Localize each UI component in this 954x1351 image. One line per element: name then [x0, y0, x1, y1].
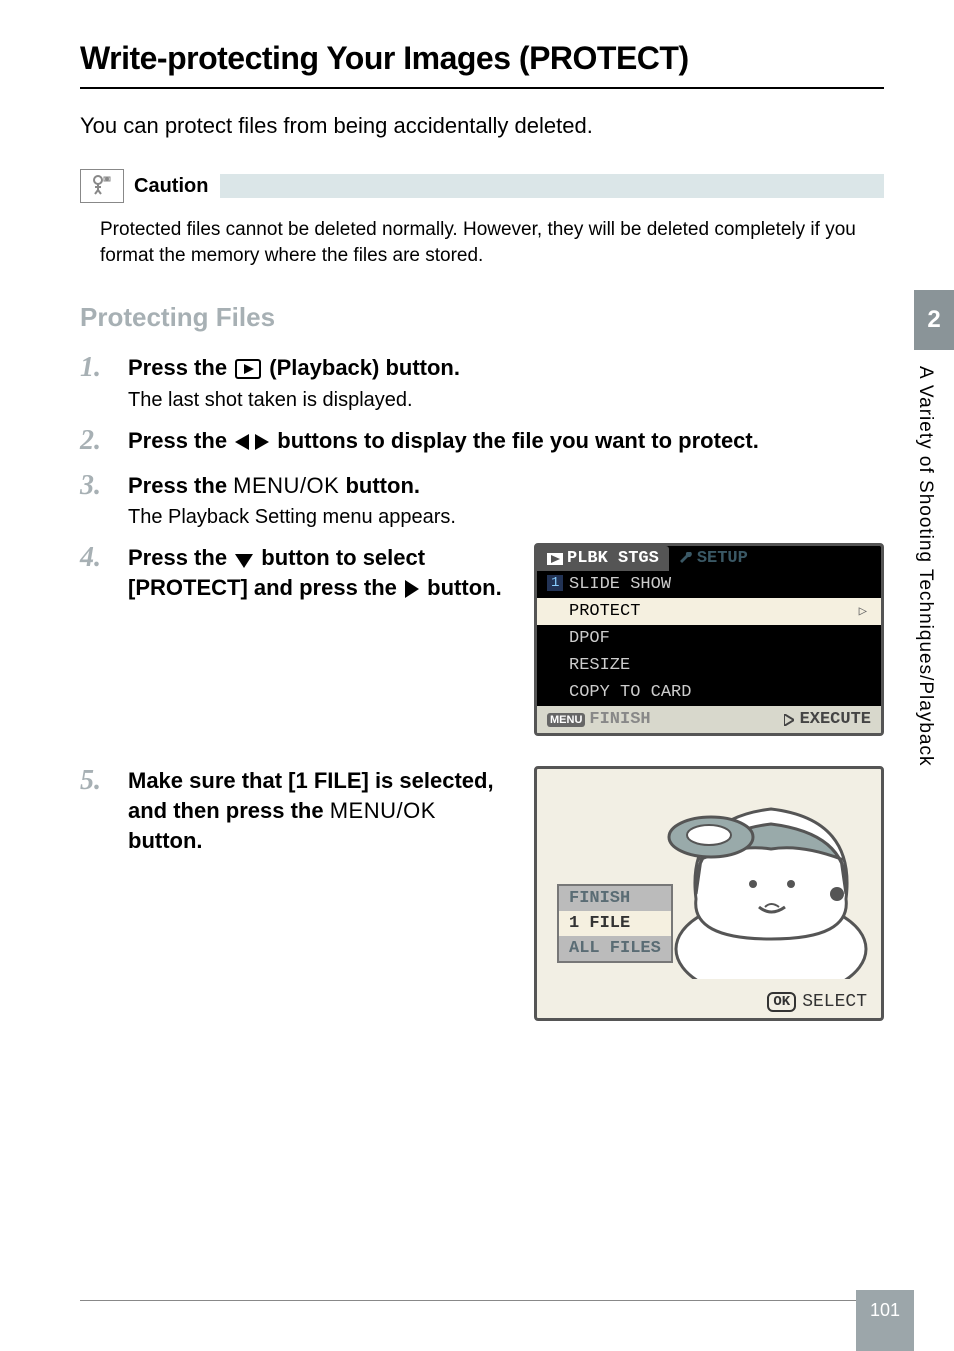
step-4: 4 Press the button to select [PROTECT] a…	[80, 543, 514, 602]
step-3-title: Press the MENU/OK button.	[128, 471, 884, 501]
step-number: 4	[80, 543, 128, 574]
step-text: button.	[427, 575, 502, 600]
step-text: Press the	[128, 355, 233, 380]
step-text: Press the	[128, 545, 233, 570]
menu-page-indicator: 1	[547, 575, 563, 591]
tab-plbk-stgs: PLBK STGS	[537, 546, 669, 571]
illustration-girl	[641, 779, 871, 979]
side-tab: 2 A Variety of Shooting Techniques/Playb…	[914, 290, 954, 810]
caution-icon	[80, 169, 124, 203]
left-right-arrow-icon	[235, 433, 269, 451]
menu-badge-icon: MENU	[547, 713, 585, 727]
protect-option: FINISH	[559, 886, 671, 911]
intro-text: You can protect files from being acciden…	[80, 113, 884, 139]
caution-text: Protected files cannot be deleted normal…	[100, 217, 884, 268]
caution-label: Caution	[134, 175, 220, 198]
step-text: Press the	[128, 473, 233, 498]
step-4-row: 4 Press the button to select [PROTECT] a…	[80, 543, 884, 736]
select-label: SELECT	[802, 992, 867, 1012]
protect-option: 1 FILE	[559, 911, 671, 936]
menu-ok-text: MENU/OK	[330, 798, 436, 823]
step-2-title: Press the buttons to display the file yo…	[128, 426, 884, 456]
screenshot-footer: MENU FINISH EXECUTE	[537, 706, 881, 733]
footer-execute: EXECUTE	[800, 710, 871, 729]
step-5: 5 Make sure that [1 FILE] is selected, a…	[80, 766, 514, 855]
menu-item: RESIZE	[537, 652, 881, 679]
step-number: 3	[80, 471, 128, 502]
step-2: 2 Press the buttons to display the file …	[80, 426, 884, 457]
step-3-sub: The Playback Setting menu appears.	[128, 506, 884, 529]
screenshot-protect-dialog: FINISH1 FILEALL FILES OK SELECT	[534, 766, 884, 1021]
execute-arrow-icon	[784, 714, 794, 726]
footer-finish: FINISH	[589, 710, 650, 729]
menu-item: PROTECT▷	[537, 598, 881, 625]
step-text: Press the	[128, 428, 233, 453]
menu-item: COPY TO CARD	[537, 679, 881, 706]
step-text: buttons to display the file you want to …	[277, 428, 759, 453]
step-number: 5	[80, 766, 128, 797]
step-5-row: 5 Make sure that [1 FILE] is selected, a…	[80, 766, 884, 1021]
ok-select-hint: OK SELECT	[767, 992, 867, 1012]
protect-option: ALL FILES	[559, 936, 671, 961]
chapter-number: 2	[914, 290, 954, 350]
step-text: button.	[339, 473, 420, 498]
step-4-title: Press the button to select [PROTECT] and…	[128, 543, 514, 602]
protect-options-menu: FINISH1 FILEALL FILES	[557, 884, 673, 963]
section-heading: Protecting Files	[80, 302, 884, 333]
caution-bar: Caution	[80, 169, 884, 203]
step-5-title: Make sure that [1 FILE] is selected, and…	[128, 766, 514, 855]
page-footer: 101	[80, 1300, 914, 1321]
screenshot-menu: PLBK STGS SETUP 1SLIDE SHOWPROTECT▷DPOFR…	[534, 543, 884, 736]
step-3: 3 Press the MENU/OK button. The Playback…	[80, 471, 884, 530]
ok-badge-icon: OK	[767, 992, 796, 1012]
submenu-arrow-icon: ▷	[859, 603, 867, 620]
chapter-label: A Variety of Shooting Techniques/Playbac…	[914, 350, 936, 810]
step-1-sub: The last shot taken is displayed.	[128, 389, 884, 412]
step-number: 2	[80, 426, 128, 457]
step-number: 1	[80, 353, 128, 384]
step-1-title: Press the (Playback) button.	[128, 353, 884, 383]
steps-list: 1 Press the (Playback) button. The last …	[80, 353, 884, 1021]
step-1: 1 Press the (Playback) button. The last …	[80, 353, 884, 412]
tab-label: SETUP	[697, 549, 748, 568]
page-title: Write-protecting Your Images (PROTECT)	[80, 40, 884, 89]
tab-label: PLBK STGS	[567, 549, 659, 568]
wrench-icon	[679, 552, 693, 566]
tab-setup: SETUP	[669, 546, 758, 571]
play-tab-icon	[547, 553, 563, 565]
playback-icon	[235, 359, 261, 379]
menu-ok-text: MENU/OK	[233, 473, 339, 498]
step-text: button.	[128, 828, 203, 853]
menu-item: DPOF	[537, 625, 881, 652]
right-arrow-icon	[405, 580, 419, 598]
step-text: (Playback) button.	[269, 355, 460, 380]
down-arrow-icon	[235, 552, 253, 568]
menu-item: 1SLIDE SHOW	[537, 571, 881, 598]
step-text: Make sure that [1 FILE] is selected, and…	[128, 768, 494, 823]
caution-bar-line	[220, 174, 884, 198]
page-number: 101	[856, 1290, 914, 1351]
